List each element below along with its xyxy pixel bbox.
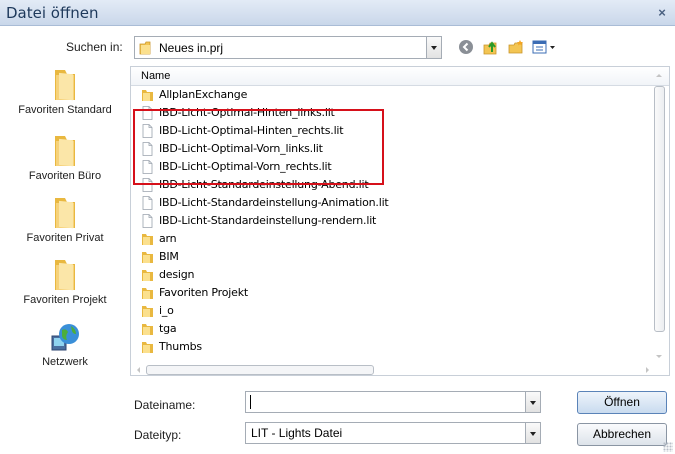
back-icon[interactable] (457, 38, 475, 56)
folder-icon (55, 70, 75, 101)
toolbar (457, 38, 556, 56)
filename-input[interactable] (245, 391, 541, 413)
up-folder-icon[interactable] (482, 38, 500, 56)
item-name: tga (159, 322, 177, 335)
resize-grip[interactable] (663, 442, 673, 452)
folder-row[interactable]: tga (141, 320, 641, 338)
folder-icon (55, 260, 75, 291)
lookin-label: Suchen in: (66, 40, 123, 54)
folder-row[interactable]: arn (141, 230, 641, 248)
place-label: Favoriten Standard (18, 104, 112, 116)
folder-icon (55, 198, 75, 229)
folder-icon (142, 270, 153, 281)
title-bar: Datei öffnen × (0, 0, 675, 26)
vertical-scrollbar[interactable] (652, 68, 667, 364)
place-label: Favoriten Privat (26, 232, 104, 244)
document-icon (142, 214, 153, 228)
folder-icon (139, 41, 151, 55)
filetype-select[interactable]: LIT - Lights Datei (245, 422, 541, 444)
place-label: Favoriten Projekt (23, 294, 107, 306)
place-label: Favoriten Büro (28, 170, 102, 182)
horizontal-scrollbar[interactable] (134, 364, 652, 376)
item-name: IBD-Licht-Standardeinstellung-Animation.… (159, 196, 389, 209)
file-row[interactable]: IBD-Licht-Optimal-Vorn_rechts.lit (141, 158, 641, 176)
scroll-left-icon[interactable] (137, 367, 140, 373)
folder-icon (142, 288, 153, 299)
scroll-up-icon[interactable] (656, 74, 662, 77)
cancel-button[interactable]: Abbrechen (577, 423, 667, 446)
network-globe-icon (51, 324, 79, 351)
place-favoriten-projekt[interactable]: Favoriten Projekt (0, 256, 130, 306)
lookin-value: Neues in.prj (159, 41, 224, 55)
folder-icon (142, 90, 153, 101)
document-icon (142, 196, 153, 210)
filetype-label: Dateityp: (134, 428, 182, 442)
file-row[interactable]: IBD-Licht-Optimal-Vorn_links.lit (141, 140, 641, 158)
place-label: Netzwerk (42, 356, 88, 368)
file-row[interactable]: IBD-Licht-Standardeinstellung-Abend.lit (141, 176, 641, 194)
folder-icon (142, 342, 153, 353)
folder-row[interactable]: BIM (141, 248, 641, 266)
lookin-dropdown[interactable]: Neues in.prj (134, 36, 442, 59)
file-rows: AllplanExchange IBD-Licht-Optimal-Hinten_… (141, 86, 641, 356)
scroll-thumb[interactable] (146, 365, 374, 375)
scroll-right-icon[interactable] (646, 367, 649, 373)
file-row[interactable]: IBD-Licht-Standardeinstellung-rendern.li… (141, 212, 641, 230)
file-row[interactable]: IBD-Licht-Optimal-Hinten_rechts.lit (141, 122, 641, 140)
document-icon (142, 106, 153, 120)
folder-row[interactable]: Favoriten Projekt (141, 284, 641, 302)
item-name: design (159, 268, 195, 281)
item-name: AllplanExchange (159, 88, 248, 101)
chevron-down-icon[interactable] (525, 423, 540, 443)
close-button[interactable]: × (655, 6, 669, 20)
text-caret (250, 395, 251, 409)
item-name: IBD-Licht-Standardeinstellung-Abend.lit (159, 178, 369, 191)
folder-row[interactable]: AllplanExchange (141, 86, 641, 104)
document-icon (142, 142, 153, 156)
folder-icon (142, 234, 153, 245)
file-row[interactable]: IBD-Licht-Standardeinstellung-Animation.… (141, 194, 641, 212)
column-header-name[interactable]: Name (131, 67, 669, 86)
item-name: IBD-Licht-Optimal-Hinten_links.lit (159, 106, 335, 119)
chevron-down-icon[interactable] (525, 392, 540, 412)
item-name: arn (159, 232, 177, 245)
dialog-title: Datei öffnen (6, 4, 99, 22)
item-name: IBD-Licht-Standardeinstellung-rendern.li… (159, 214, 377, 227)
folder-icon (142, 252, 153, 263)
folder-row[interactable]: Thumbs (141, 338, 641, 356)
filename-label: Dateiname: (134, 398, 196, 412)
folder-icon (142, 306, 153, 317)
folder-row[interactable]: i_o (141, 302, 641, 320)
item-name: IBD-Licht-Optimal-Vorn_rechts.lit (159, 160, 332, 173)
scroll-down-icon[interactable] (656, 355, 662, 358)
item-name: Thumbs (159, 340, 202, 353)
folder-row[interactable]: design (141, 266, 641, 284)
chevron-down-icon[interactable] (426, 37, 441, 58)
document-icon (142, 124, 153, 138)
item-name: IBD-Licht-Optimal-Hinten_rechts.lit (159, 124, 344, 137)
item-name: i_o (159, 304, 174, 317)
new-folder-icon[interactable] (507, 38, 525, 56)
place-netzwerk[interactable]: Netzwerk (0, 322, 130, 368)
file-row[interactable]: IBD-Licht-Optimal-Hinten_links.lit (141, 104, 641, 122)
document-icon (142, 178, 153, 192)
place-favoriten-privat[interactable]: Favoriten Privat (0, 194, 130, 244)
open-button[interactable]: Öffnen (577, 391, 667, 414)
item-name: BIM (159, 250, 179, 263)
document-icon (142, 160, 153, 174)
file-list[interactable]: Name AllplanExchange IBD-Licht-Optimal-Hi… (130, 66, 670, 376)
item-name: IBD-Licht-Optimal-Vorn_links.lit (159, 142, 323, 155)
item-name: Favoriten Projekt (159, 286, 248, 299)
place-favoriten-buero[interactable]: Favoriten Büro (0, 132, 130, 182)
view-menu-icon[interactable] (532, 38, 556, 56)
place-favoriten-standard[interactable]: Favoriten Standard (0, 66, 130, 116)
folder-icon (142, 324, 153, 335)
folder-icon (55, 136, 75, 167)
scroll-thumb[interactable] (654, 86, 665, 332)
filetype-value: LIT - Lights Datei (251, 426, 343, 440)
column-header-label: Name (141, 70, 171, 82)
